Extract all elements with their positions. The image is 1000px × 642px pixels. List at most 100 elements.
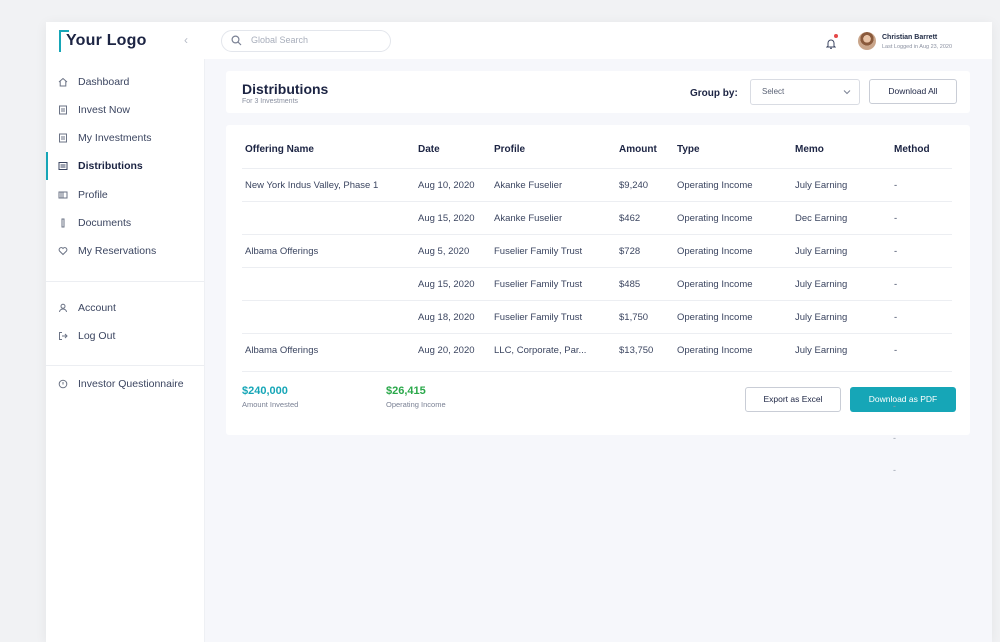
page-subtitle: For 3 Investments (242, 98, 299, 105)
search-placeholder: Global Search (251, 35, 309, 45)
cell-type: Operating Income (677, 246, 753, 257)
export-excel-button[interactable]: Export as Excel (745, 387, 841, 412)
cell-method: - (894, 279, 898, 290)
cell-type: Operating Income (677, 345, 753, 356)
table-row[interactable]: Aug 15, 2020 Akanke Fuselier $462 Operat… (242, 201, 952, 235)
sidebar-divider (46, 365, 204, 366)
sidebar-item-my-investments[interactable]: My Investments (46, 127, 204, 149)
cell-amount: $13,750 (619, 345, 654, 356)
top-bar: Your Logo ‹ Global Search Christian Barr… (46, 22, 992, 60)
page-header-card: Distributions For 3 Investments Group by… (226, 71, 970, 113)
sidebar-divider (46, 281, 204, 282)
cell-memo: July Earning (795, 279, 848, 290)
cell-profile: Fuselier Family Trust (494, 279, 583, 290)
operating-income-label: Operating Income (386, 400, 446, 409)
method-dash: - (893, 401, 896, 411)
list-icon (58, 162, 68, 170)
sidebar-item-label: Log Out (78, 330, 116, 342)
column-header-method[interactable]: Method (894, 144, 930, 155)
table-row[interactable]: New York Indus Valley, Phase 1 Aug 10, 2… (242, 168, 952, 202)
home-icon (58, 77, 68, 87)
bell-icon (825, 39, 837, 49)
avatar[interactable] (858, 32, 876, 50)
heart-icon (58, 247, 68, 256)
logo[interactable]: Your Logo (59, 30, 147, 52)
method-dash: - (893, 465, 896, 475)
document-icon (59, 133, 67, 143)
column-header-memo[interactable]: Memo (795, 144, 824, 155)
sidebar-item-distributions[interactable]: Distributions (46, 152, 204, 180)
cell-amount: $9,240 (619, 180, 649, 191)
document-icon (59, 105, 67, 115)
sidebar-item-investor-questionnaire[interactable]: Investor Questionnaire (46, 373, 204, 395)
download-all-button[interactable]: Download All (869, 79, 957, 104)
sidebar-item-label: Profile (78, 189, 108, 201)
sidebar-item-documents[interactable]: Documents (46, 212, 204, 234)
cell-profile: Akanke Fuselier (494, 180, 563, 191)
main-content: Distributions For 3 Investments Group by… (205, 59, 992, 642)
amount-invested-value: $240,000 (242, 385, 288, 397)
cell-memo: July Earning (795, 246, 848, 257)
chevron-down-icon (843, 90, 851, 95)
file-icon (61, 218, 65, 228)
cell-type: Operating Income (677, 180, 753, 191)
table-row[interactable]: Albama Offerings Aug 20, 2020 LLC, Corpo… (242, 333, 952, 367)
column-header-offering-name[interactable]: Offering Name (245, 144, 314, 155)
cell-date: Aug 15, 2020 (418, 279, 475, 290)
sidebar-item-label: My Reservations (78, 245, 157, 257)
global-search-input[interactable]: Global Search (221, 30, 391, 52)
cell-date: Aug 10, 2020 (418, 180, 475, 191)
app-window: Your Logo ‹ Global Search Christian Barr… (46, 22, 992, 642)
distributions-table-card: Offering Name Date Profile Amount Type M… (226, 125, 970, 435)
cell-method: - (894, 312, 898, 323)
cell-profile: Akanke Fuselier (494, 213, 563, 224)
cell-method: - (894, 246, 898, 257)
search-icon (231, 35, 242, 46)
sidebar-item-label: My Investments (78, 132, 152, 144)
column-header-amount[interactable]: Amount (619, 144, 657, 155)
sidebar-item-invest-now[interactable]: Invest Now (46, 99, 204, 121)
cell-method: - (894, 345, 898, 356)
cell-amount: $728 (619, 246, 641, 257)
operating-income-value: $26,415 (386, 385, 426, 397)
sidebar-item-my-reservations[interactable]: My Reservations (46, 240, 204, 262)
column-header-date[interactable]: Date (418, 144, 440, 155)
last-login-text: Last Logged in Aug 23, 2020 (882, 44, 953, 50)
table-bottom-border (242, 371, 952, 372)
sidebar-item-label: Documents (78, 217, 132, 229)
cell-memo: July Earning (795, 345, 848, 356)
sidebar-item-profile[interactable]: Profile (46, 184, 204, 206)
column-header-type[interactable]: Type (677, 144, 700, 155)
notification-bell-button[interactable] (825, 34, 838, 54)
page-title: Distributions (242, 81, 329, 97)
column-header-profile[interactable]: Profile (494, 144, 525, 155)
cell-type: Operating Income (677, 213, 753, 224)
cell-amount: $462 (619, 213, 641, 224)
sidebar-item-label: Invest Now (78, 104, 130, 116)
sidebar-item-account[interactable]: Account (46, 297, 204, 319)
cell-profile: Fuselier Family Trust (494, 312, 583, 323)
cell-type: Operating Income (677, 312, 753, 323)
sidebar-item-log-out[interactable]: Log Out (46, 325, 204, 347)
cell-offering-name: Albama Offerings (245, 345, 319, 356)
collapse-sidebar-button[interactable]: ‹ (184, 33, 188, 47)
cell-amount: $1,750 (619, 312, 649, 323)
table-row[interactable]: Aug 15, 2020 Fuselier Family Trust $485 … (242, 267, 952, 301)
cell-method: - (894, 180, 898, 191)
cell-date: Aug 5, 2020 (418, 246, 470, 257)
id-card-icon (58, 191, 68, 199)
notification-dot (834, 34, 838, 38)
logout-icon (59, 332, 68, 340)
table-row[interactable]: Albama Offerings Aug 5, 2020 Fuselier Fa… (242, 234, 952, 268)
cell-type: Operating Income (677, 279, 753, 290)
user-name[interactable]: Christian Barrett (882, 34, 937, 41)
sidebar-item-dashboard[interactable]: Dashboard (46, 71, 204, 93)
table-row[interactable]: Aug 18, 2020 Fuselier Family Trust $1,75… (242, 300, 952, 334)
download-pdf-button[interactable]: Download as PDF (850, 387, 956, 412)
cell-memo: July Earning (795, 180, 848, 191)
cell-amount: $485 (619, 279, 641, 290)
group-by-select[interactable]: Select (750, 79, 860, 105)
group-by-label: Group by: (690, 88, 738, 99)
cell-memo: Dec Earning (795, 213, 848, 224)
sidebar-item-label: Investor Questionnaire (78, 378, 184, 390)
